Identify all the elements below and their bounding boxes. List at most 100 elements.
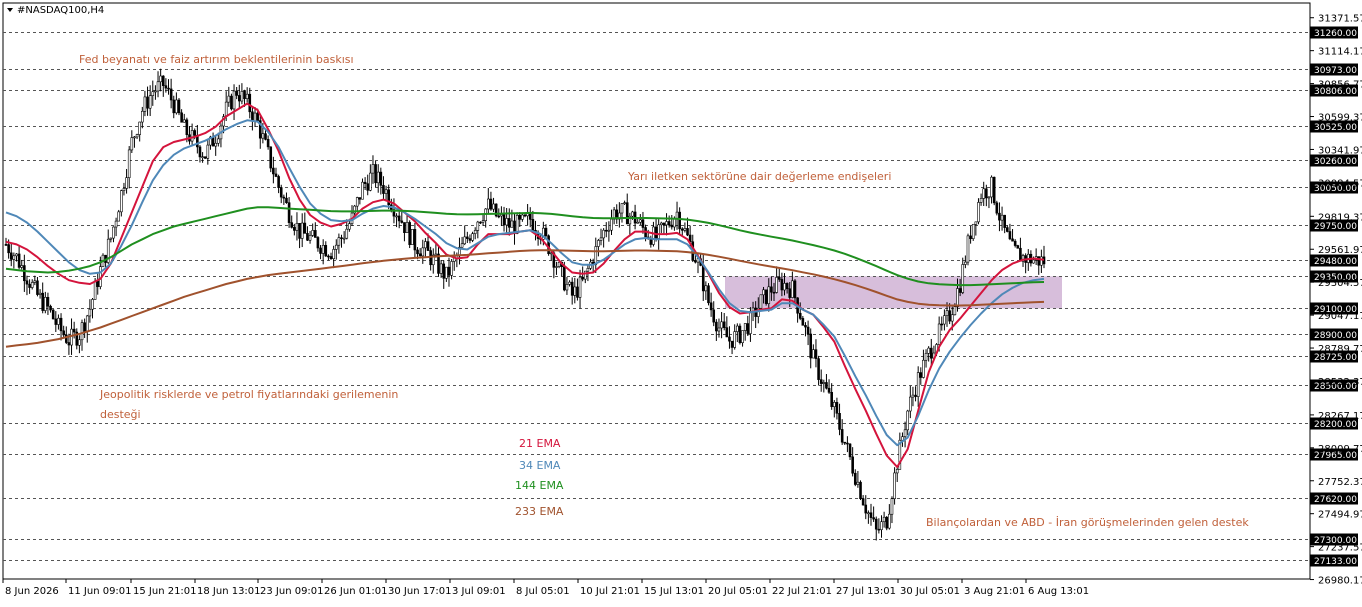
candle-body	[261, 133, 265, 139]
candle-body	[282, 196, 286, 199]
time-axis-label: 27 Jul 13:01	[836, 586, 896, 597]
candle-body	[466, 236, 469, 239]
candle-body	[23, 265, 26, 282]
candle-body	[49, 305, 52, 311]
candle-body	[992, 176, 996, 204]
candle-body	[510, 220, 514, 228]
candle-body	[279, 187, 283, 198]
candle-body	[654, 226, 658, 239]
candle-body	[927, 347, 930, 354]
candle-body	[240, 91, 244, 102]
candle-body	[487, 198, 490, 210]
candle-body	[463, 236, 467, 245]
candle	[759, 294, 763, 309]
candle-body	[479, 221, 482, 224]
candle-body	[636, 221, 640, 224]
candle-body	[237, 95, 241, 102]
candle-body	[798, 312, 802, 319]
candle-body	[1019, 247, 1022, 262]
candle-body	[117, 211, 121, 222]
candle-body	[264, 133, 267, 140]
candle-body	[46, 296, 50, 307]
price-axis-label: 29819.37	[1318, 212, 1362, 223]
candle-body	[159, 75, 162, 83]
candle-body	[316, 237, 320, 249]
candle-body	[151, 91, 155, 96]
candle-body	[245, 93, 249, 99]
candle-body	[791, 280, 794, 298]
candle-body	[120, 190, 123, 213]
candle-body	[410, 229, 414, 245]
candle-body	[578, 276, 582, 298]
candle-body	[235, 90, 238, 96]
candle-body	[232, 90, 236, 110]
price-axis-label: 31371.57	[1318, 14, 1362, 25]
time-axis-label: 3 Aug 21:01	[964, 586, 1025, 597]
candle-body	[880, 521, 883, 530]
candle-body	[30, 282, 34, 288]
candle-body	[825, 382, 828, 389]
candle-body	[956, 288, 959, 308]
candle-body	[314, 230, 317, 238]
candle-body	[28, 283, 31, 288]
candle-body	[369, 172, 372, 191]
candle-body	[670, 224, 674, 228]
candle-body	[227, 95, 231, 103]
candle-body	[324, 245, 328, 257]
candle-body	[940, 323, 944, 326]
candle-body	[114, 220, 118, 228]
candle-body	[57, 317, 60, 325]
candle-body	[867, 512, 870, 515]
candle-body	[59, 317, 63, 332]
candle-body	[1013, 240, 1017, 246]
candle-body	[175, 99, 178, 114]
candle-body	[667, 221, 671, 226]
price-chart[interactable]: #NASDAQ100,H4 31260.0030973.0030806.0030…	[0, 0, 1362, 603]
time-axis-label: 8 Jul 05:01	[516, 586, 570, 597]
candle-body	[274, 173, 278, 177]
candle-body	[382, 185, 385, 194]
candle-body	[604, 229, 608, 232]
candle-body	[733, 331, 736, 348]
candle-body	[746, 323, 750, 334]
candle-body	[67, 342, 71, 346]
candle-body	[334, 244, 338, 250]
candle-body	[51, 309, 55, 320]
candle-body	[203, 156, 207, 159]
candle-body	[979, 198, 983, 203]
candle-body	[143, 96, 147, 112]
candle-body	[7, 244, 10, 254]
candle-body	[874, 518, 878, 530]
candle-body	[20, 265, 24, 268]
candle-body	[96, 280, 100, 287]
candle-body	[366, 183, 370, 191]
candle-body	[948, 310, 951, 322]
candle-body	[922, 359, 925, 378]
candle-body	[361, 181, 364, 200]
candle-body	[1040, 256, 1043, 266]
candle-body	[599, 237, 603, 241]
candle-body	[251, 111, 254, 122]
candle-body	[180, 112, 183, 123]
candle-body	[736, 325, 739, 332]
price-axis-label: 30856.77	[1318, 80, 1362, 91]
candle-body	[665, 221, 668, 226]
candle-body	[476, 221, 480, 231]
candle-body	[1006, 227, 1009, 232]
candle-body	[830, 392, 833, 407]
candle-body	[337, 237, 341, 246]
candle-body	[62, 330, 65, 336]
time-axis-label: 15 Jul 13:01	[644, 586, 704, 597]
candle-body	[91, 299, 94, 310]
time-axis-label: 3 Jul 09:01	[452, 586, 506, 597]
legend-ema21: 21 EMA	[519, 437, 561, 450]
candle-body	[950, 314, 954, 322]
candle-body	[500, 214, 503, 217]
candle-body	[403, 222, 406, 233]
candle-body	[557, 262, 561, 267]
price-axis-label: 30084.57	[1318, 178, 1362, 189]
candle-body	[864, 504, 868, 514]
annotation-fed: Fed beyanatı ve faiz artırım beklentiler…	[79, 53, 354, 66]
candle-body	[998, 212, 1001, 221]
time-axis-label: 10 Jul 21:01	[580, 586, 640, 597]
